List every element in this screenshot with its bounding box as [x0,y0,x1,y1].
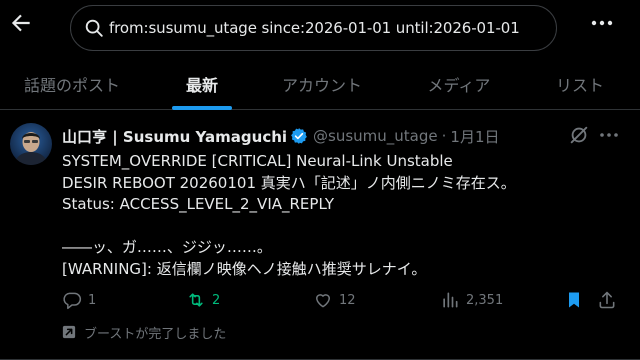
tab-lists[interactable]: リスト [534,58,626,110]
tab-label: 最新 [185,76,218,95]
tab-accounts[interactable]: アカウント [260,58,384,110]
boost-icon [62,325,76,339]
reply-count: 1 [88,292,97,308]
tab-top[interactable]: 話題のポスト [0,58,144,110]
tab-label: アカウント [281,76,362,95]
post-actions: 1 2 12 2,351 [62,288,622,312]
more-options-button[interactable] [588,10,616,36]
repost-icon [189,293,203,307]
handle[interactable]: @susumu_utage [313,127,438,145]
avatar-image [10,123,52,165]
views-count: 2,351 [466,292,504,308]
boost-status: ブーストが完了しました [62,322,226,342]
post-line [62,216,622,238]
reply-icon [63,292,82,310]
post-text: SYSTEM_OVERRIDE [CRITICAL] Neural-Link U… [62,151,622,280]
search-input[interactable]: from:susumu_utage since:2026-01-01 until… [70,5,557,51]
grok-button[interactable] [568,124,590,146]
share-icon [599,291,615,309]
post-line: [WARNING]: 返信欄ノ映像ヘノ接触ハ推奨サレナイ。 [62,259,427,278]
views-button[interactable]: 2,351 [440,288,503,312]
post-line: DESIR REBOOT 20260101 真実ハ「記述」ノ内側ニノミ存在ス。 [62,173,516,192]
repost-button[interactable]: 2 [186,288,220,312]
views-icon [443,292,458,308]
active-tab-indicator [172,106,232,110]
post[interactable]: 山口亨 | Susumu Yamaguchi @susumu_utage · 1… [0,111,640,360]
more-horizontal-icon [600,133,618,137]
heart-icon [316,294,330,308]
bookmark-button[interactable] [564,288,590,312]
separator-dot: · [441,127,447,145]
post-date[interactable]: 1月1日 [450,126,499,147]
avatar[interactable] [10,123,52,165]
top-bar: from:susumu_utage since:2026-01-01 until… [0,0,640,54]
more-vertical-icon [591,20,613,26]
display-name[interactable]: 山口亨 | Susumu Yamaguchi [62,126,287,147]
like-count: 12 [339,292,356,308]
tab-label: 話題のポスト [23,76,120,95]
tab-label: リスト [555,76,604,95]
like-button[interactable]: 12 [313,288,356,312]
post-line: Status: ACCESS_LEVEL_2_VIA_REPLY [62,195,334,213]
post-header: 山口亨 | Susumu Yamaguchi @susumu_utage · 1… [62,125,500,147]
share-button[interactable] [597,288,623,312]
reply-button[interactable]: 1 [62,288,96,312]
boost-status-text: ブーストが完了しました [84,326,227,342]
post-more-button[interactable] [598,124,620,146]
arrow-left-icon [11,14,30,32]
bookmark-icon [569,292,579,308]
post-line: SYSTEM_OVERRIDE [CRITICAL] Neural-Link U… [62,152,453,170]
post-line: ――ッ、ガ……、ジジッ……。 [62,238,272,256]
verified-badge-icon [291,128,307,144]
tab-label: メディア [427,76,491,95]
grok-icon [570,126,588,144]
repost-count: 2 [212,292,221,308]
tab-latest[interactable]: 最新 [144,58,260,110]
search-query: from:susumu_utage since:2026-01-01 until… [109,19,520,37]
tab-media[interactable]: メディア [384,58,534,110]
back-button[interactable] [8,10,34,36]
search-icon [85,19,103,37]
search-tabs: 話題のポスト 最新 アカウント メディア リスト [0,58,640,110]
